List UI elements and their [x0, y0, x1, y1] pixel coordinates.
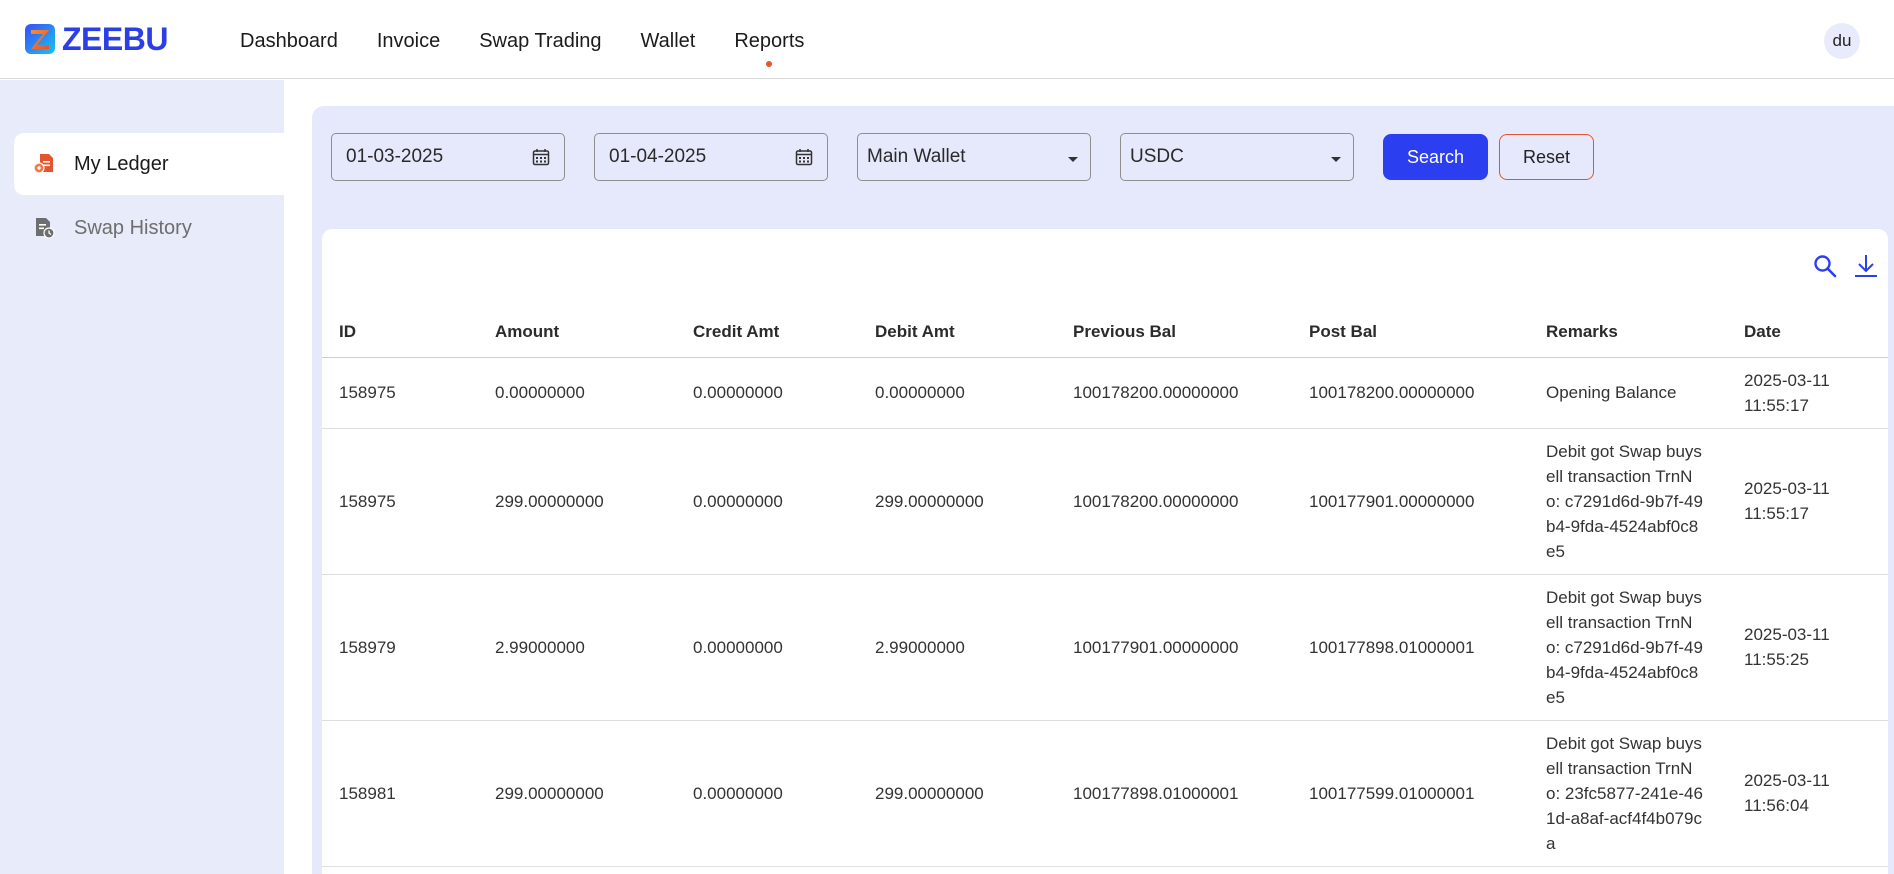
date-text: 2025-03-11 11:55:17: [1744, 479, 1830, 523]
cell-amount: 299.00000000: [478, 720, 676, 867]
main-content: 01-03-2025 01-04-2025 Main Wallet USDC S…: [312, 106, 1894, 874]
cell-post-bal: 100178200.00000000: [1292, 357, 1529, 429]
nav-reports[interactable]: Reports: [734, 28, 805, 67]
cell-date: 2025-03-11 11:55:17: [1727, 357, 1888, 429]
remarks-text: Debit got Swap buysell transaction TrnNo…: [1546, 441, 1703, 561]
ledger-table: ID Amount Credit Amt Debit Amt Previous …: [322, 307, 1888, 867]
table-row: 158979 2.99000000 0.00000000 2.99000000 …: [322, 574, 1888, 721]
cell-amount: 299.00000000: [478, 428, 676, 575]
column-header-amount[interactable]: Amount: [478, 307, 676, 358]
cell-date: 2025-03-11 11:56:04: [1727, 720, 1888, 867]
chevron-down-icon: [1068, 157, 1078, 162]
active-indicator-dot: [766, 61, 773, 67]
column-header-post-bal[interactable]: Post Bal: [1292, 307, 1529, 358]
cell-id: 158981: [322, 720, 478, 867]
currency-select[interactable]: USDC: [1120, 133, 1354, 181]
nav-wallet[interactable]: Wallet: [641, 28, 696, 54]
cell-previous-bal: 100177901.00000000: [1056, 574, 1292, 721]
ledger-table-card: ID Amount Credit Amt Debit Amt Previous …: [322, 229, 1888, 874]
cell-remarks: Debit got Swap buysell transaction TrnNo…: [1529, 720, 1727, 867]
chevron-down-icon: [1331, 157, 1341, 162]
sidebar-item-swap-history[interactable]: Swap History: [14, 197, 284, 259]
cell-credit-amt: 0.00000000: [676, 720, 858, 867]
nav-label: Reports: [734, 30, 805, 52]
column-header-credit-amt[interactable]: Credit Amt: [676, 307, 858, 358]
nav-label: Swap Trading: [479, 30, 602, 52]
table-row: 158975 299.00000000 0.00000000 299.00000…: [322, 428, 1888, 575]
wallet-select[interactable]: Main Wallet: [857, 133, 1091, 181]
sidebar: My Ledger Swap History: [0, 80, 284, 874]
cell-credit-amt: 0.00000000: [676, 428, 858, 575]
user-avatar[interactable]: du: [1824, 23, 1860, 59]
cell-post-bal: 100177901.00000000: [1292, 428, 1529, 575]
nav-label: Invoice: [376, 30, 441, 52]
cell-post-bal: 100177599.01000001: [1292, 720, 1529, 867]
cell-credit-amt: 0.00000000: [676, 574, 858, 721]
top-navigation-bar: ZEEBU Dashboard Invoice Swap Trading Wal…: [0, 0, 1894, 79]
remarks-text: Opening Balance: [1546, 383, 1677, 402]
cell-debit-amt: 2.99000000: [858, 574, 1056, 721]
cell-debit-amt: 299.00000000: [858, 720, 1056, 867]
remarks-text: Debit got Swap buysell transaction TrnNo…: [1546, 733, 1703, 853]
cell-post-bal: 100177898.01000001: [1292, 574, 1529, 721]
date-text: 2025-03-11 11:55:17: [1744, 370, 1830, 415]
swap-history-icon: [36, 218, 55, 239]
cell-id: 158979: [322, 574, 478, 721]
to-date-value: 01-04-2025: [609, 146, 707, 167]
from-date-input[interactable]: 01-03-2025: [331, 133, 565, 181]
column-header-date[interactable]: Date: [1727, 307, 1888, 358]
zeebu-logo-icon: [25, 24, 55, 54]
column-header-remarks[interactable]: Remarks: [1529, 307, 1727, 358]
sidebar-item-my-ledger[interactable]: My Ledger: [14, 133, 284, 195]
nav-invoice[interactable]: Invoice: [377, 28, 440, 54]
cell-date: 2025-03-11 11:55:17: [1727, 428, 1888, 575]
nav-swap-trading[interactable]: Swap Trading: [479, 28, 601, 54]
sidebar-item-label: My Ledger: [74, 152, 169, 175]
reset-button[interactable]: Reset: [1499, 134, 1594, 180]
cell-amount: 2.99000000: [478, 574, 676, 721]
table-row: 158975 0.00000000 0.00000000 0.00000000 …: [322, 357, 1888, 429]
cell-id: 158975: [322, 357, 478, 429]
zeebu-logo[interactable]: ZEEBU: [24, 23, 168, 55]
download-icon[interactable]: [1853, 253, 1879, 279]
nav-label: Wallet: [640, 30, 696, 52]
from-date-value: 01-03-2025: [346, 146, 444, 167]
cell-debit-amt: 0.00000000: [858, 357, 1056, 429]
nav-label: Dashboard: [240, 30, 338, 52]
column-header-id[interactable]: ID: [322, 307, 478, 358]
remarks-text: Debit got Swap buysell transaction TrnNo…: [1546, 587, 1703, 707]
main-nav: Dashboard Invoice Swap Trading Wallet Re…: [240, 28, 843, 67]
logo-text: ZEEBU: [62, 21, 168, 57]
cell-remarks: Opening Balance: [1529, 357, 1727, 429]
search-icon[interactable]: [1812, 253, 1838, 279]
cell-remarks: Debit got Swap buysell transaction TrnNo…: [1529, 574, 1727, 721]
table-header-row: ID Amount Credit Amt Debit Amt Previous …: [322, 307, 1888, 358]
cell-previous-bal: 100178200.00000000: [1056, 428, 1292, 575]
cell-previous-bal: 100178200.00000000: [1056, 357, 1292, 429]
sidebar-item-label: Swap History: [74, 216, 192, 239]
date-text: 2025-03-11 11:55:25: [1744, 625, 1830, 669]
ledger-icon: [33, 154, 53, 174]
date-text: 2025-03-11 11:56:04: [1744, 771, 1830, 815]
cell-amount: 0.00000000: [478, 357, 676, 429]
table-row: 158981 299.00000000 0.00000000 299.00000…: [322, 720, 1888, 867]
search-button[interactable]: Search: [1383, 134, 1488, 180]
column-header-debit-amt[interactable]: Debit Amt: [858, 307, 1056, 358]
cell-debit-amt: 299.00000000: [858, 428, 1056, 575]
cell-id: 158975: [322, 428, 478, 575]
column-header-previous-bal[interactable]: Previous Bal: [1056, 307, 1292, 358]
cell-date: 2025-03-11 11:55:25: [1727, 574, 1888, 721]
currency-select-value: USDC: [1130, 146, 1184, 167]
calendar-icon[interactable]: [795, 148, 813, 166]
to-date-input[interactable]: 01-04-2025: [594, 133, 828, 181]
wallet-select-value: Main Wallet: [867, 146, 966, 167]
nav-dashboard[interactable]: Dashboard: [240, 28, 338, 54]
cell-credit-amt: 0.00000000: [676, 357, 858, 429]
cell-previous-bal: 100177898.01000001: [1056, 720, 1292, 867]
calendar-icon[interactable]: [532, 148, 550, 166]
cell-remarks: Debit got Swap buysell transaction TrnNo…: [1529, 428, 1727, 575]
